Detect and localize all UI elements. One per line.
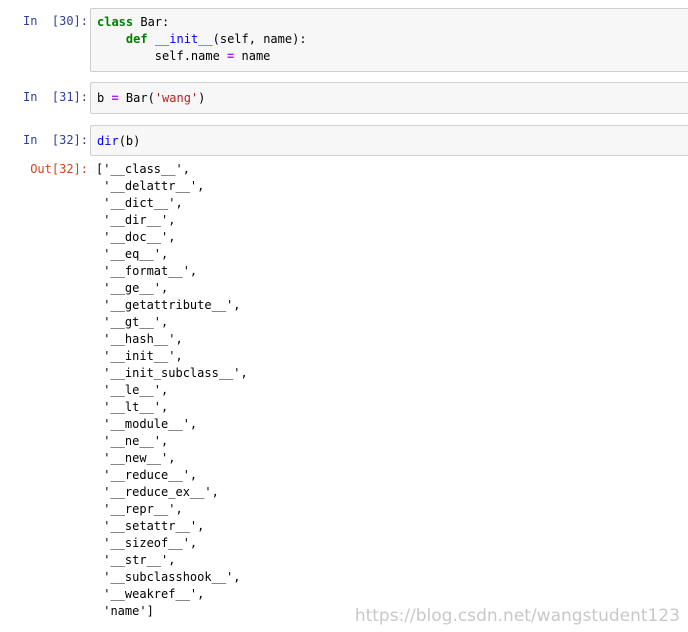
code-cell-31[interactable]: In [31]: b = Bar('wang') [0,82,688,114]
output-line: '__new__', [96,451,176,465]
input-prompt-31: In [31]: [22,90,88,104]
output-cell-32: Out[32]: ['__class__', '__delattr__', '_… [0,161,688,621]
string-literal: 'wang' [154,91,199,105]
function-name: __init__ [154,32,213,46]
code-input-31[interactable]: b = Bar('wang') [90,82,688,114]
output-line: '__gt__', [96,315,169,329]
output-prompt-32: Out[32]: [30,162,88,176]
output-line: '__reduce_ex__', [96,485,219,499]
code-text: self.name [154,49,228,63]
keyword-class: class [97,15,134,29]
output-line: '__delattr__', [96,179,205,193]
code-text: (b) [118,134,141,148]
operator: = [111,91,119,105]
code-line: def __init__(self, name): [97,31,307,48]
code-line: self.name = name [97,48,271,65]
output-line: '__ge__', [96,281,169,295]
code-text: Bar( [118,91,155,105]
output-line: '__init__', [96,349,183,363]
output-line: '__hash__', [96,332,183,346]
code-text: ) [198,91,206,105]
output-line: '__str__', [96,553,176,567]
code-line: dir(b) [97,133,140,150]
function-name: dir [97,134,119,148]
output-line: '__lt__', [96,400,169,414]
code-line: class Bar: [97,14,169,31]
input-prompt-30: In [30]: [22,14,88,28]
code-input-30[interactable]: class Bar: def __init__(self, name): sel… [90,8,688,72]
output-line: '__reduce__', [96,468,198,482]
output-line: '__eq__', [96,247,169,261]
output-line: '__module__', [96,417,198,431]
output-line: '__ne__', [96,434,169,448]
watermark: https://blog.csdn.net/wangstudent123 [354,606,680,626]
output-text: ['__class__', '__delattr__', '__dict__',… [96,161,248,620]
output-line: '__setattr__', [96,519,205,533]
output-line: '__sizeof__', [96,536,198,550]
output-line: '__repr__', [96,502,183,516]
output-line: '__doc__', [96,230,176,244]
code-text: (self, name): [212,32,307,46]
output-line: '__format__', [96,264,198,278]
keyword-def: def [125,32,148,46]
code-cell-30[interactable]: In [30]: class Bar: def __init__(self, n… [0,8,688,72]
code-cell-32[interactable]: In [32]: dir(b) [0,125,688,157]
output-line: ['__class__', [96,162,190,176]
output-line: '__weakref__', [96,587,205,601]
output-line: '__init_subclass__', [96,366,248,380]
input-prompt-32: In [32]: [22,133,88,147]
output-line: '__subclasshook__', [96,570,241,584]
output-line: 'name'] [96,604,154,618]
output-line: '__dir__', [96,213,176,227]
code-text: name [234,49,271,63]
output-line: '__le__', [96,383,169,397]
output-line: '__getattribute__', [96,298,241,312]
code-input-32[interactable]: dir(b) [90,125,688,156]
code-text: b [97,91,112,105]
output-line: '__dict__', [96,196,183,210]
code-line: b = Bar('wang') [97,90,205,107]
code-text: Bar: [133,15,170,29]
